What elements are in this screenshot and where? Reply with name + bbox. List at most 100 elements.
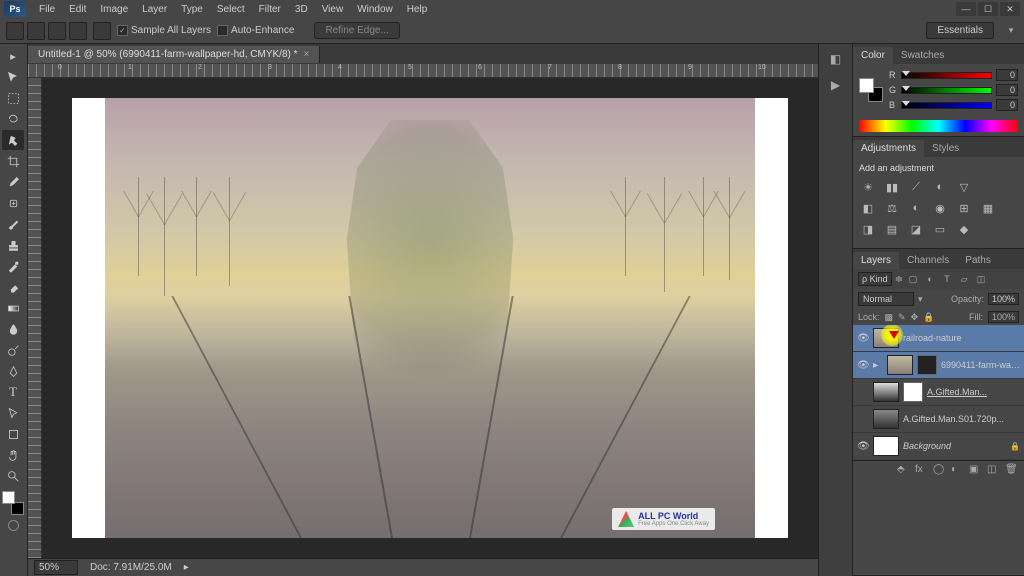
menu-type[interactable]: Type [174,2,210,17]
menu-filter[interactable]: Filter [252,2,288,17]
color-spectrum[interactable] [859,120,1018,132]
layer-mask-icon[interactable]: ◯ [933,464,947,478]
status-arrow-icon[interactable]: ▸ [184,562,189,573]
vibrance-icon[interactable]: ▽ [955,179,973,195]
brightness-icon[interactable]: ☀ [859,179,877,195]
minimize-button[interactable]: — [956,2,976,16]
pen-tool[interactable] [2,361,24,381]
new-selection-icon[interactable] [27,22,45,40]
document-tab[interactable]: Untitled-1 @ 50% (6990411-farm-wallpaper… [28,46,320,63]
photo-filter-icon[interactable]: ◉ [931,200,949,216]
invert-icon[interactable]: ◨ [859,221,877,237]
filter-adjust-icon[interactable]: ◐ [923,272,937,286]
gradient-map-icon[interactable]: ▭ [931,221,949,237]
filter-pixel-icon[interactable]: ▢ [906,272,920,286]
r-slider[interactable] [901,72,992,79]
menu-3d[interactable]: 3D [288,2,315,17]
opacity-value[interactable]: 100% [988,293,1019,305]
selective-color-icon[interactable]: ◆ [955,221,973,237]
layer-name[interactable]: railroad-nature [903,333,1020,343]
ruler-horizontal[interactable]: 0 1 2 3 4 5 6 7 8 9 10 [28,64,818,78]
channel-mixer-icon[interactable]: ⊞ [955,200,973,216]
new-group-icon[interactable]: ▣ [969,464,983,478]
menu-window[interactable]: Window [350,2,400,17]
blend-mode-select[interactable]: Normal [858,292,914,306]
shape-tool[interactable] [2,424,24,444]
sample-all-checkbox[interactable] [117,25,128,36]
menu-layer[interactable]: Layer [135,2,174,17]
fill-value[interactable]: 100% [988,311,1019,323]
zoom-input[interactable] [34,560,78,575]
ruler-vertical[interactable] [28,78,42,558]
layer-row[interactable]: A.Gifted.Man... [853,379,1024,406]
expand-tools-icon[interactable]: ▸ [2,46,24,66]
link-layers-icon[interactable]: ⬘ [897,464,911,478]
close-tab-icon[interactable]: × [304,49,310,60]
layer-thumb[interactable] [873,436,899,456]
layer-thumb[interactable] [887,355,913,375]
subtract-selection-icon[interactable] [69,22,87,40]
tab-swatches[interactable]: Swatches [893,47,952,64]
lock-pixels-icon[interactable]: ✎ [898,312,906,323]
lock-position-icon[interactable]: ✥ [911,312,919,323]
r-value[interactable]: 0 [996,69,1018,81]
visibility-icon[interactable]: 👁 [857,441,869,452]
tab-layers[interactable]: Layers [853,252,899,269]
layer-fx-icon[interactable]: fx [915,464,929,478]
levels-icon[interactable]: ▮▮ [883,179,901,195]
new-fill-icon[interactable]: ◐ [951,464,965,478]
eyedropper-tool[interactable] [2,172,24,192]
layer-mask[interactable] [917,355,937,375]
lookup-icon[interactable]: ▦ [979,200,997,216]
posterize-icon[interactable]: ▤ [883,221,901,237]
layer-name[interactable]: 6990411-farm-wallp... [941,360,1020,370]
tab-color[interactable]: Color [853,47,893,64]
layer-thumb[interactable] [873,382,899,402]
visibility-icon[interactable]: 👁 [857,360,869,371]
new-layer-icon[interactable]: ◫ [987,464,1001,478]
quick-mask-icon[interactable] [8,520,19,531]
close-button[interactable]: ✕ [1000,2,1020,16]
visibility-icon[interactable]: 👁 [857,333,869,344]
layer-row[interactable]: A.Gifted.Man.S01.720p... [853,406,1024,433]
brush-picker-icon[interactable] [93,22,111,40]
bw-icon[interactable]: ◐ [907,200,925,216]
menu-help[interactable]: Help [400,2,435,17]
zoom-tool[interactable] [2,466,24,486]
tab-channels[interactable]: Channels [899,252,957,269]
gradient-tool[interactable] [2,298,24,318]
color-swatches[interactable] [2,491,24,515]
workspace-menu-icon[interactable]: ▾ [1004,24,1018,38]
eraser-tool[interactable] [2,277,24,297]
layer-mask[interactable] [903,382,923,402]
marquee-tool[interactable] [2,88,24,108]
color-balance-icon[interactable]: ⚖ [883,200,901,216]
panel-color-swatch[interactable] [859,78,883,102]
tab-adjustments[interactable]: Adjustments [853,140,924,157]
canvas[interactable]: ALL PC World Free Apps One Click Away [72,98,788,538]
layer-row[interactable]: 👁 Background 🔒 [853,433,1024,460]
path-select-tool[interactable] [2,403,24,423]
filter-shape-icon[interactable]: ▱ [957,272,971,286]
healing-tool[interactable] [2,193,24,213]
refine-edge-button[interactable]: Refine Edge... [314,22,399,39]
lock-transparent-icon[interactable]: ▩ [885,312,894,323]
move-tool[interactable] [2,67,24,87]
crop-tool[interactable] [2,151,24,171]
layer-kind-filter[interactable]: ρ Kind [858,272,892,286]
tool-preset-icon[interactable] [6,22,24,40]
layer-row[interactable]: 👁 railroad-nature [853,325,1024,352]
g-slider[interactable] [901,87,992,94]
delete-layer-icon[interactable]: 🗑 [1005,464,1019,478]
workspace-selector[interactable]: Essentials [926,22,994,39]
properties-dock-icon[interactable]: ▶ [826,76,846,94]
layer-name[interactable]: A.Gifted.Man.S01.720p... [903,414,1020,424]
maximize-button[interactable]: ☐ [978,2,998,16]
lasso-tool[interactable] [2,109,24,129]
lock-all-icon[interactable]: 🔒 [923,312,934,323]
curves-icon[interactable]: ⟋ [907,179,925,195]
blur-tool[interactable] [2,319,24,339]
menu-image[interactable]: Image [93,2,135,17]
layer-name[interactable]: A.Gifted.Man... [927,387,1020,397]
history-brush-tool[interactable] [2,256,24,276]
